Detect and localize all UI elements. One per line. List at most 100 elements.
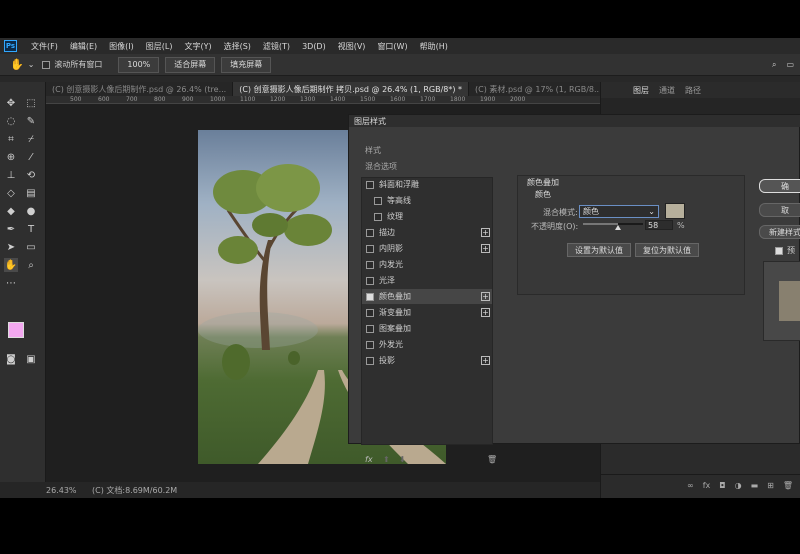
tab-channels[interactable]: 通道 [659,82,675,98]
trash-icon[interactable]: 🗑 [487,455,497,464]
eyedropper-tool-icon[interactable]: ⌿ [24,132,38,146]
layer-mask-icon[interactable]: ◘ [719,481,725,490]
effect-color-overlay[interactable]: 颜色叠加 + [362,289,492,304]
tab-layers[interactable]: 图层 [633,82,649,98]
fit-screen-button[interactable]: 适合屏幕 [165,56,216,73]
menu-view[interactable]: 视图(V) [332,41,372,52]
effect-checkbox[interactable] [366,228,374,237]
new-style-button[interactable]: 新建样式 [759,225,800,239]
cancel-button[interactable]: 取 [759,203,800,217]
workspace-icon[interactable]: ▭ [786,60,794,69]
zoom-tool-icon[interactable]: ⌕ [24,258,38,272]
fx-icon[interactable]: fx [703,481,711,490]
scroll-all-checkbox[interactable] [42,60,51,69]
effect-checkbox[interactable] [366,340,374,349]
foreground-color-swatch[interactable] [8,322,24,338]
preview-checkbox[interactable] [775,246,783,255]
lasso-tool-icon[interactable]: ◌ [4,114,18,128]
blend-mode-select[interactable]: 颜色 ⌄ [579,205,659,218]
quick-select-tool-icon[interactable]: ✎ [24,114,38,128]
document-info[interactable]: (C) 文档:8.69M/60.2M [92,485,177,496]
effect-stroke[interactable]: 描边 + [362,225,492,240]
quick-mask-icon[interactable]: ◙ [4,352,18,366]
tab-document-1[interactable]: (C) 创意摄影人像后期制作.psd @ 26.4% (tre... [46,82,234,96]
crop-tool-icon[interactable]: ⌗ [4,132,18,146]
menu-help[interactable]: 帮助(H) [414,41,454,52]
zoom-level[interactable]: 26.43% [46,486,92,495]
effect-checkbox[interactable] [374,212,382,221]
move-tool-icon[interactable]: ✥ [4,96,18,110]
effect-contour[interactable]: 等高线 [362,193,500,208]
effect-inner-glow[interactable]: 内发光 [362,257,492,272]
menu-filter[interactable]: 滤镜(T) [257,41,296,52]
menu-window[interactable]: 窗口(W) [371,41,413,52]
add-effect-icon[interactable]: + [481,244,490,253]
fill-screen-button[interactable]: 填充屏幕 [221,56,272,73]
effect-checkbox[interactable] [366,244,374,253]
adjustment-layer-icon[interactable]: ◑ [735,481,742,490]
menu-type[interactable]: 文字(Y) [178,41,217,52]
path-select-tool-icon[interactable]: ➤ [4,240,18,254]
effect-drop-shadow[interactable]: 投影 + [362,353,492,368]
hand-tool-icon[interactable]: ✋ [4,258,18,272]
overlay-color-swatch[interactable] [665,203,685,219]
effect-pattern-overlay[interactable]: 图案叠加 [362,321,492,336]
effect-checkbox[interactable] [366,260,374,269]
opacity-slider[interactable] [583,223,643,230]
menu-image[interactable]: 图像(I) [103,41,140,52]
effect-checkbox[interactable] [374,196,382,205]
stamp-tool-icon[interactable]: ⊥ [4,168,18,182]
trash-icon[interactable]: 🗑 [783,481,793,490]
new-group-icon[interactable]: ▬ [751,481,759,490]
healing-tool-icon[interactable]: ⊕ [4,150,18,164]
effect-checkbox[interactable] [366,356,374,365]
menu-3d[interactable]: 3D(D) [296,42,332,51]
add-effect-icon[interactable]: + [481,308,490,317]
menu-file[interactable]: 文件(F) [25,41,64,52]
blend-options-item[interactable]: 混合选项 [365,161,397,172]
effect-outer-glow[interactable]: 外发光 [362,337,492,352]
marquee-tool-icon[interactable]: ⬚ [24,96,38,110]
dodge-tool-icon[interactable]: ● [24,204,38,218]
gradient-tool-icon[interactable]: ▤ [24,186,38,200]
effect-gradient-overlay[interactable]: 渐变叠加 + [362,305,492,320]
shape-tool-icon[interactable]: ▭ [24,240,38,254]
fx-menu-button[interactable]: fx [365,455,373,464]
effect-texture[interactable]: 纹理 [362,209,500,224]
blur-tool-icon[interactable]: ◆ [4,204,18,218]
styles-header[interactable]: 样式 [365,145,381,156]
tab-document-3[interactable]: (C) 素材.psd @ 17% (1, RGB/8... [469,82,609,96]
move-down-icon[interactable]: ⬇ [399,455,406,464]
opacity-slider-handle[interactable] [614,225,621,230]
link-layers-icon[interactable]: ∞ [687,481,694,490]
effect-checkbox[interactable] [366,276,374,285]
more-tools-icon[interactable]: ⋯ [4,276,18,290]
set-default-button[interactable]: 设置为默认值 [567,243,631,257]
zoom-100-button[interactable]: 100% [118,56,160,73]
effect-checkbox[interactable] [366,324,374,333]
preview-toggle[interactable]: 预 [775,245,795,256]
effect-checkbox[interactable] [366,180,374,189]
eraser-tool-icon[interactable]: ◇ [4,186,18,200]
add-effect-icon[interactable]: + [481,356,490,365]
opacity-input[interactable]: 58 [645,220,673,230]
add-effect-icon[interactable]: + [481,228,490,237]
effect-inner-shadow[interactable]: 内阴影 + [362,241,492,256]
effect-satin[interactable]: 光泽 [362,273,492,288]
add-effect-icon[interactable]: + [481,292,490,301]
type-tool-icon[interactable]: T [24,222,38,236]
menu-select[interactable]: 选择(S) [218,41,257,52]
reset-default-button[interactable]: 复位为默认值 [635,243,699,257]
pen-tool-icon[interactable]: ✒ [4,222,18,236]
tab-paths[interactable]: 路径 [685,82,701,98]
tool-preset-chevron-icon[interactable]: ⌄ [28,60,35,69]
move-up-icon[interactable]: ⬆ [383,455,390,464]
effect-checkbox[interactable] [366,308,374,317]
menu-edit[interactable]: 编辑(E) [64,41,103,52]
ok-button[interactable]: 确 [759,179,800,193]
search-icon[interactable]: ⌕ [772,60,776,70]
history-brush-tool-icon[interactable]: ⟲ [24,168,38,182]
menu-layer[interactable]: 图层(L) [140,41,179,52]
brush-tool-icon[interactable]: ⁄ [24,150,38,164]
screen-mode-icon[interactable]: ▣ [24,352,38,366]
